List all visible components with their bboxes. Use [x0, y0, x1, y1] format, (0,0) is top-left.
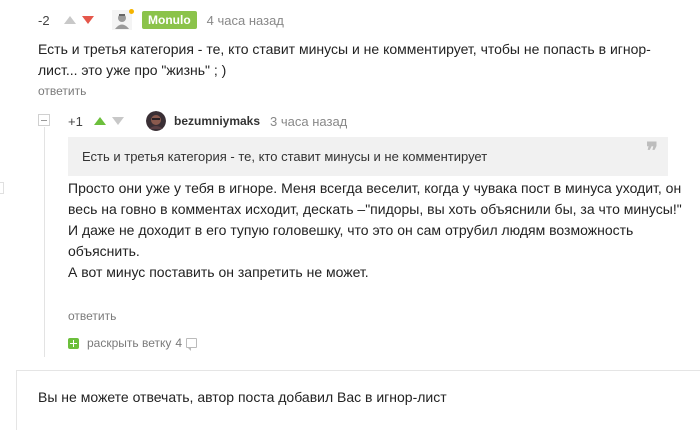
plus-icon [68, 337, 79, 349]
comment-paragraph: А вот минус поставить он запретить не мо… [68, 264, 369, 280]
divider [16, 370, 700, 371]
downvote-icon[interactable] [112, 117, 124, 125]
side-scroll-marker [0, 182, 4, 194]
expand-branch-count: 4 [175, 336, 183, 350]
expand-branch-label: раскрыть ветку [87, 336, 172, 350]
comment-header: -2 Monulo 4 часа назад [38, 9, 284, 30]
avatar[interactable] [112, 9, 134, 30]
comment-time[interactable]: 3 часа назад [270, 114, 347, 129]
comment-rating: -2 [38, 12, 50, 28]
username-badge[interactable]: Monulo [142, 11, 197, 29]
minus-icon [41, 119, 47, 121]
upvote-icon[interactable] [94, 117, 106, 125]
reply-button[interactable]: ответить [68, 309, 116, 323]
comment-icon [186, 338, 198, 351]
reply-comment-text: Просто они уже у тебя в игноре. Меня все… [68, 178, 688, 283]
quote-block: Есть и третья категория - те, кто ставит… [68, 137, 668, 176]
quote-mark-icon: ❞ [646, 138, 658, 164]
user-avatar-icon [146, 111, 166, 131]
collapse-thread-button[interactable] [38, 114, 50, 126]
avatar[interactable] [146, 111, 166, 131]
expand-branch-button[interactable]: раскрыть ветку 4 [68, 336, 198, 351]
ignore-notice: Вы не можете отвечать, автор поста добав… [38, 389, 447, 405]
quote-text: Есть и третья категория - те, кто ставит… [82, 149, 488, 164]
comment-paragraph: Просто они уже у тебя в игноре. Меня все… [68, 180, 682, 217]
username-link[interactable]: bezumniymaks [174, 114, 260, 128]
comment-rating: +1 [68, 113, 83, 129]
reply-button[interactable]: ответить [38, 84, 86, 98]
status-dot-icon [129, 9, 134, 14]
thread-line[interactable] [44, 127, 45, 357]
upvote-icon[interactable] [64, 16, 76, 24]
comment-text: Есть и третья категория - те, кто ставит… [38, 41, 651, 78]
divider [16, 370, 17, 430]
comment-paragraph: И даже не доходит в его тупую головешку,… [68, 222, 634, 259]
reply-comment-header: +1 bezumniymaks 3 часа назад [68, 111, 347, 131]
comment-time[interactable]: 4 часа назад [207, 13, 284, 28]
downvote-icon[interactable] [82, 16, 94, 24]
